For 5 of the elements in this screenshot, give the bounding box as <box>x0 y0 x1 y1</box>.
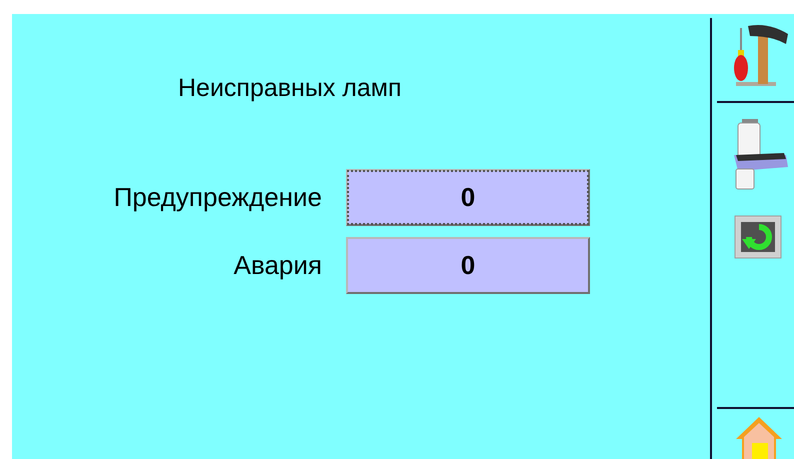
value-field[interactable]: 0 <box>346 236 590 294</box>
field-label: Предупреждение <box>114 180 322 214</box>
field-label: Авария <box>234 248 322 282</box>
value-field[interactable]: 0 <box>346 168 590 226</box>
screen-title: Неисправных ламп <box>178 73 402 104</box>
